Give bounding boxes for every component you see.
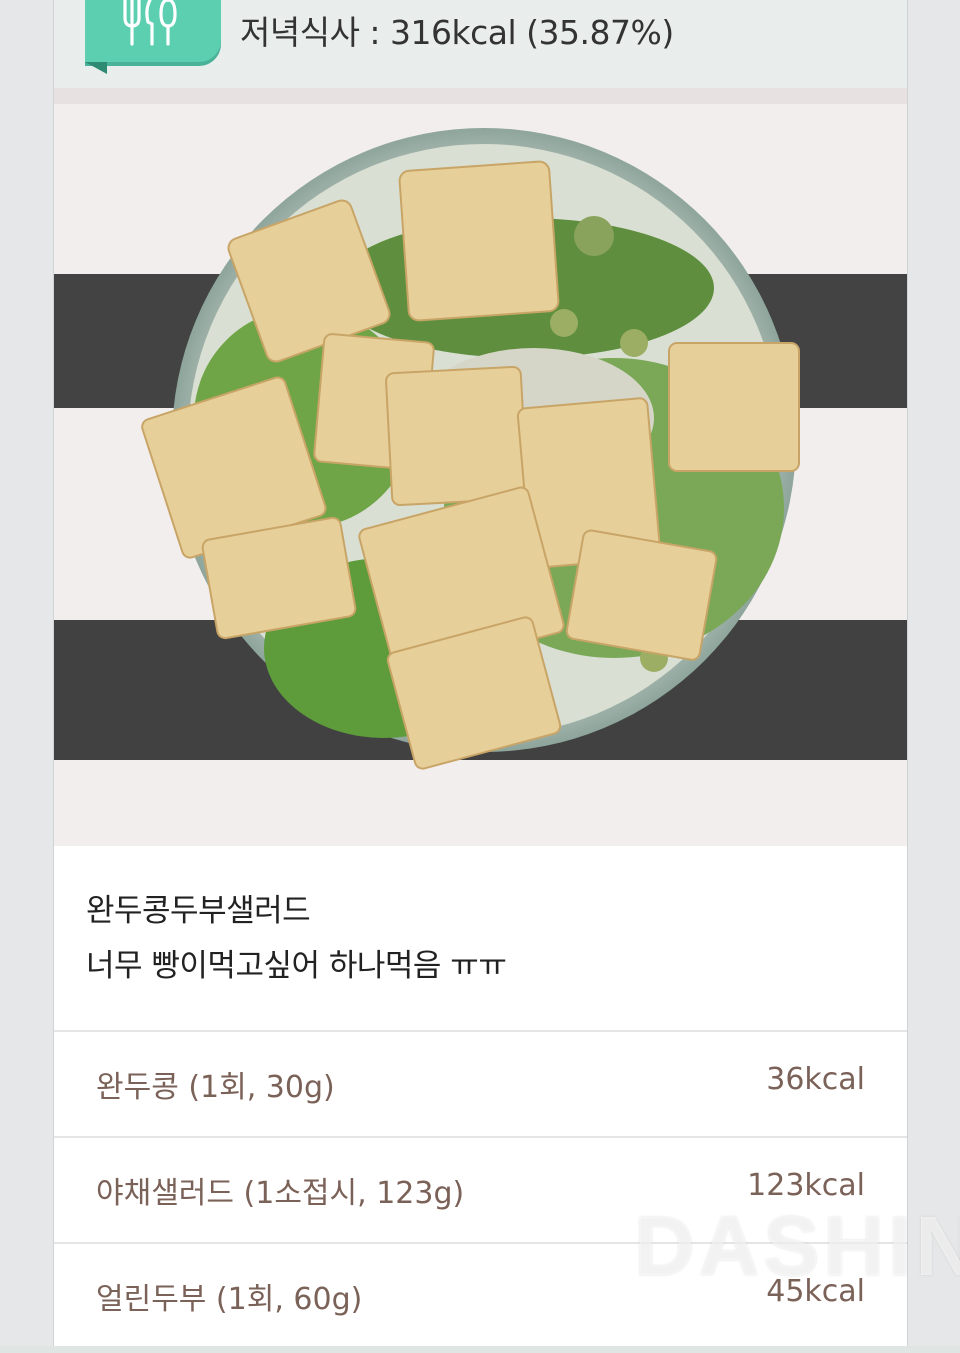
badge-fold bbox=[85, 62, 107, 74]
food-row[interactable]: 완두콩 (1회, 30g) 36kcal bbox=[54, 1030, 907, 1136]
memo-line-2: 너무 빵이먹고싶어 하나먹음 ㅠㅠ bbox=[86, 948, 507, 984]
food-name: 얼린두부 (1회, 60g) bbox=[96, 1282, 363, 1317]
meal-header: 저녁식사 : 316kcal (35.87%) bbox=[54, 0, 907, 88]
watermark: DASHIN bbox=[626, 1150, 960, 1310]
meal-title: 저녁식사 : 316kcal (35.87%) bbox=[240, 13, 674, 52]
meal-memo: 완두콩두부샐러드 너무 빵이먹고싶어 하나먹음 ㅠㅠ bbox=[86, 884, 507, 994]
food-kcal: 36kcal bbox=[766, 1062, 865, 1097]
meal-badge bbox=[85, 0, 221, 62]
food-name: 완두콩 (1회, 30g) bbox=[96, 1070, 335, 1105]
watermark-text: DASHIN bbox=[634, 1199, 960, 1293]
bottom-bar bbox=[0, 1346, 960, 1353]
memo-line-1: 완두콩두부샐러드 bbox=[86, 893, 311, 929]
food-name: 야채샐러드 (1소접시, 123g) bbox=[96, 1176, 465, 1211]
utensils-icon bbox=[123, 0, 177, 46]
meal-photo[interactable] bbox=[54, 88, 907, 846]
